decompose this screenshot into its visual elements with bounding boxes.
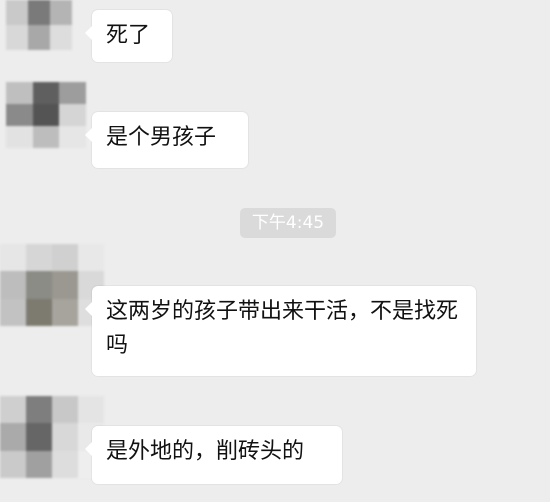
message-text: 这两岁的孩子带出来干活，不是找死吗 xyxy=(106,299,459,358)
message-text: 死了 xyxy=(106,23,151,48)
message-bubble[interactable]: 这两岁的孩子带出来干活，不是找死吗 xyxy=(85,286,476,376)
avatar-pixel xyxy=(59,82,86,104)
avatar-pixel xyxy=(78,396,104,424)
avatar-pixel xyxy=(32,104,60,126)
avatar-pixel xyxy=(6,0,28,25)
message-bubble[interactable]: 死了 xyxy=(85,10,172,62)
avatar-pixel xyxy=(26,271,52,299)
avatar-pixel xyxy=(59,126,86,148)
avatar-pixel xyxy=(32,126,60,148)
avatar-pixel xyxy=(26,450,52,478)
avatar-pixel xyxy=(26,396,52,424)
avatar-pixel xyxy=(59,104,86,126)
avatar-pixel xyxy=(0,450,26,478)
avatar-pixel xyxy=(0,298,26,326)
avatar[interactable] xyxy=(6,82,86,148)
avatar-pixel xyxy=(52,244,78,272)
avatar-pixel xyxy=(28,0,50,25)
avatar-pixel xyxy=(26,423,52,451)
avatar-pixel xyxy=(52,423,78,451)
avatar-pixel xyxy=(6,104,33,126)
avatar-pixel xyxy=(52,271,78,299)
avatar-pixel xyxy=(0,423,26,451)
avatar-pixel xyxy=(0,271,26,299)
avatar-pixel xyxy=(28,25,50,50)
avatar-pixel xyxy=(52,298,78,326)
message-bubble[interactable]: 是外地的，削砖头的 xyxy=(85,426,342,484)
message-bubble[interactable]: 是个男孩子 xyxy=(85,112,248,168)
avatar-pixel xyxy=(26,298,52,326)
avatar-pixel xyxy=(6,82,33,104)
avatar-pixel xyxy=(26,244,52,272)
avatar-pixel xyxy=(78,244,104,272)
avatar-pixel xyxy=(0,396,26,424)
message-text: 是外地的，削砖头的 xyxy=(106,439,305,464)
avatar-pixel xyxy=(52,450,78,478)
message-text: 是个男孩子 xyxy=(106,125,217,150)
avatar[interactable] xyxy=(0,396,104,478)
timestamp-label: 下午4:45 xyxy=(240,208,336,238)
avatar-pixel xyxy=(6,25,28,50)
avatar-pixel xyxy=(6,126,33,148)
avatar-pixel xyxy=(50,0,72,25)
avatar-pixel xyxy=(50,25,72,50)
avatar-pixel xyxy=(0,244,26,272)
avatar-pixel xyxy=(52,396,78,424)
avatar-pixel xyxy=(32,82,60,104)
avatar[interactable] xyxy=(6,0,72,50)
